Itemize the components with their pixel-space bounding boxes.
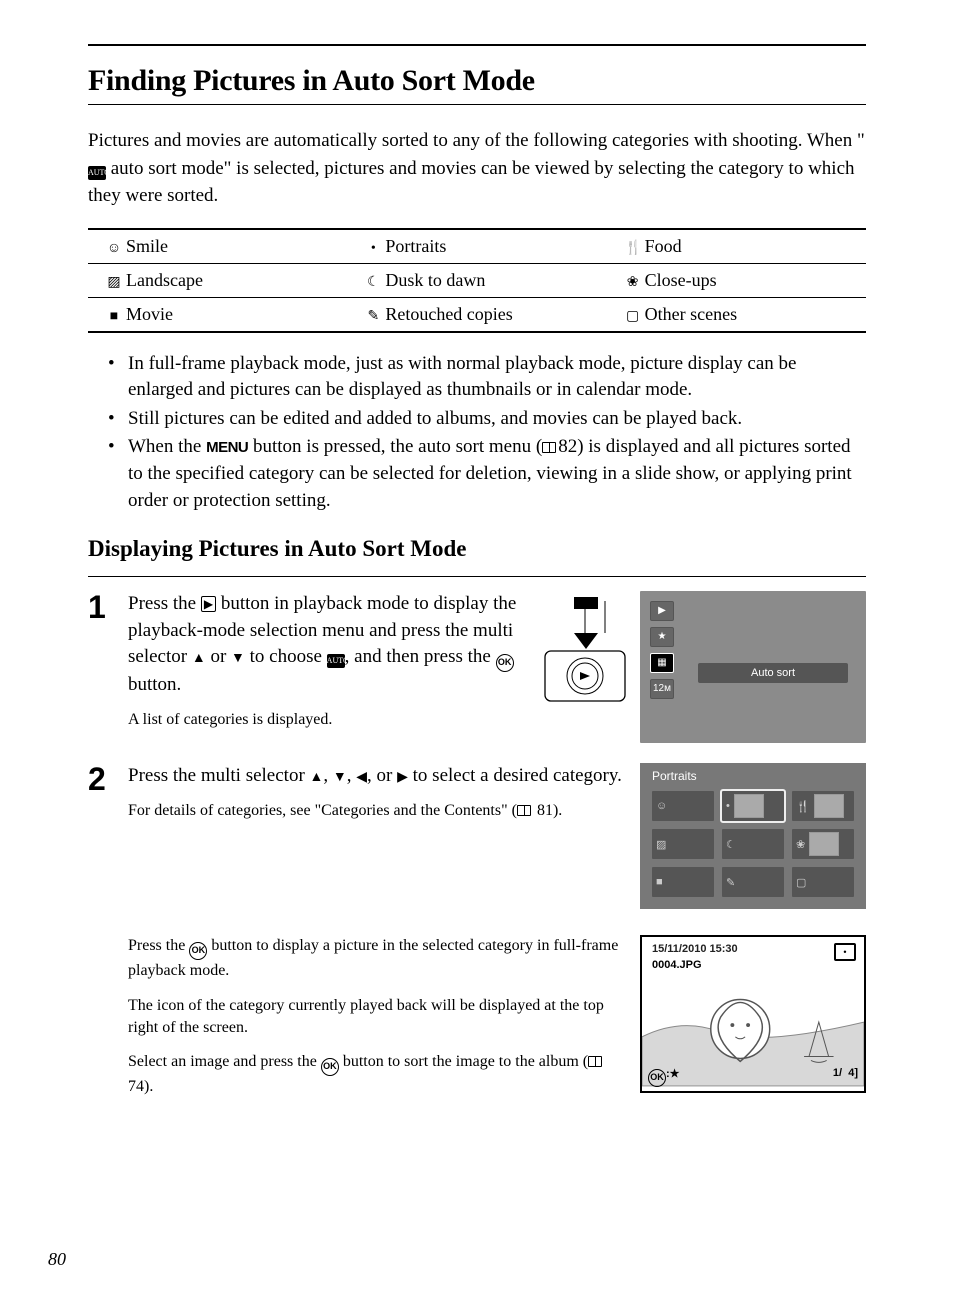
cat-label: Retouched copies <box>385 304 512 324</box>
food-icon: 🍴 <box>625 240 641 257</box>
step-1-note: A list of categories is displayed. <box>128 709 530 731</box>
closeups-icon: ❀ <box>625 274 641 291</box>
category-badge-icon: • <box>834 943 856 961</box>
ok-button-icon: OK <box>189 942 207 960</box>
cat-label: Movie <box>126 304 173 324</box>
cat-cell: ✎Retouched copies <box>347 297 606 332</box>
cat-cell: 🍴Food <box>607 229 866 264</box>
screen3-datetime: 15/11/2010 15:30 <box>652 943 738 955</box>
smile-icon: ☺ <box>106 241 122 257</box>
cat-label: Other scenes <box>645 304 737 324</box>
rule-bottom <box>88 104 866 105</box>
movie-icon: ■ <box>106 309 122 325</box>
cat-label: Smile <box>126 236 168 256</box>
grid-cell-dusk: ☾ <box>722 829 784 859</box>
left-arrow-icon: ◀ <box>356 768 367 788</box>
grid-cell-portraits: • <box>722 791 784 821</box>
step-2-text: Press the multi selector ▲, ▼, ◀, or ▶ t… <box>128 763 626 822</box>
rule-sub <box>88 576 866 577</box>
step-2-detail: Press the OK button to display a picture… <box>128 935 626 1099</box>
cat-label: Landscape <box>126 270 203 290</box>
cat-cell: •Portraits <box>347 229 606 264</box>
book-icon <box>517 805 531 816</box>
grid-cell-other: ▢ <box>792 867 854 897</box>
step-2-note: For details of categories, see "Categori… <box>128 800 626 822</box>
step-1: 1 Press the ▶ button in playback mode to… <box>88 591 866 743</box>
screen3-index: 1/ <box>833 1067 842 1079</box>
page-ref: 82 <box>558 436 577 457</box>
retouched-icon: ✎ <box>365 308 381 325</box>
other-scenes-icon: ▢ <box>625 308 641 325</box>
landscape-icon: ▨ <box>106 274 122 291</box>
portraits-icon: • <box>365 241 381 257</box>
screen-mock-categories: Portraits ☺ • 🍴 ▨ ☾ ❀ ■ ✎ ▢ <box>640 763 866 909</box>
grid-cell-food: 🍴 <box>792 791 854 821</box>
intro-paragraph: Pictures and movies are automatically so… <box>88 127 866 210</box>
cat-cell: ▢Other scenes <box>607 297 866 332</box>
down-arrow-icon: ▼ <box>333 768 347 788</box>
bullet-item: Still pictures can be edited and added t… <box>108 406 866 433</box>
cat-cell: ☺Smile <box>88 229 347 264</box>
up-arrow-icon: ▲ <box>310 768 324 788</box>
screen3-ok-hint: OK:★ <box>648 1067 680 1087</box>
cat-label: Dusk to dawn <box>385 270 485 290</box>
intro-text-a: Pictures and movies are automatically so… <box>88 130 865 151</box>
cat-cell: ❀Close-ups <box>607 263 866 297</box>
right-arrow-icon: ▶ <box>397 768 408 788</box>
cat-cell: ■Movie <box>88 297 347 332</box>
playback-button-icon: ▶ <box>201 596 216 612</box>
cat-label: Close-ups <box>645 270 717 290</box>
grid-cell-movie: ■ <box>652 867 714 897</box>
book-icon <box>588 1056 602 1067</box>
category-table: ☺Smile •Portraits 🍴Food ▨Landscape ☾Dusk… <box>88 228 866 333</box>
ok-button-icon: OK <box>321 1058 339 1076</box>
intro-text-b: auto sort mode" is selected, pictures an… <box>88 158 855 207</box>
step-1-text: Press the ▶ button in playback mode to d… <box>128 591 530 731</box>
screen-mock-playback: 15/11/2010 15:30 0004.JPG • OK:★ 1/ 4] <box>640 935 866 1093</box>
menu-resolution-icon: 12м <box>650 679 674 699</box>
subheading: Displaying Pictures in Auto Sort Mode <box>88 536 866 562</box>
auto-sort-mode-icon: AUTO <box>88 166 106 180</box>
grid-cell-closeups: ❀ <box>792 829 854 859</box>
book-icon <box>542 442 556 453</box>
cat-cell: ▨Landscape <box>88 263 347 297</box>
bullet-item: When the MENU button is pressed, the aut… <box>108 434 866 514</box>
rule-top <box>88 44 866 46</box>
menu-playback-icon: ▶ <box>650 601 674 621</box>
cat-cell: ☾Dusk to dawn <box>347 263 606 297</box>
page-title: Finding Pictures in Auto Sort Mode <box>88 64 866 98</box>
grid-cell-smile: ☺ <box>652 791 714 821</box>
bullet-item: In full-frame playback mode, just as wit… <box>108 351 866 404</box>
cat-label: Food <box>645 236 682 256</box>
step-number: 1 <box>88 591 128 743</box>
grid-cell-retouched: ✎ <box>722 867 784 897</box>
menu-autosort-icon: ▦ <box>650 653 674 673</box>
up-arrow-icon: ▲ <box>192 649 206 669</box>
grid-cell-landscape: ▨ <box>652 829 714 859</box>
step-number: 2 <box>88 763 128 1099</box>
ok-button-icon: OK <box>496 654 514 672</box>
bullet-list: In full-frame playback mode, just as wit… <box>108 351 866 515</box>
auto-sort-mode-icon: AUTO <box>327 654 345 668</box>
screen-menu-label: Auto sort <box>698 663 848 683</box>
cat-label: Portraits <box>385 236 446 256</box>
manual-page: Finding Pictures in Auto Sort Mode Pictu… <box>0 0 954 1314</box>
screen-mock-menu: ▶ ★ ▦ 12м Auto sort <box>640 591 866 743</box>
menu-button-label: MENU <box>206 439 248 456</box>
menu-favorite-icon: ★ <box>650 627 674 647</box>
down-arrow-icon: ▼ <box>231 649 245 669</box>
step-2: 2 Press the multi selector ▲, ▼, ◀, or ▶… <box>88 763 866 1099</box>
page-number: 80 <box>48 1249 66 1270</box>
dusk-icon: ☾ <box>365 274 381 291</box>
screen2-title: Portraits <box>652 769 697 783</box>
screen3-counter: 4] <box>848 1067 858 1079</box>
press-button-diagram <box>544 591 626 703</box>
